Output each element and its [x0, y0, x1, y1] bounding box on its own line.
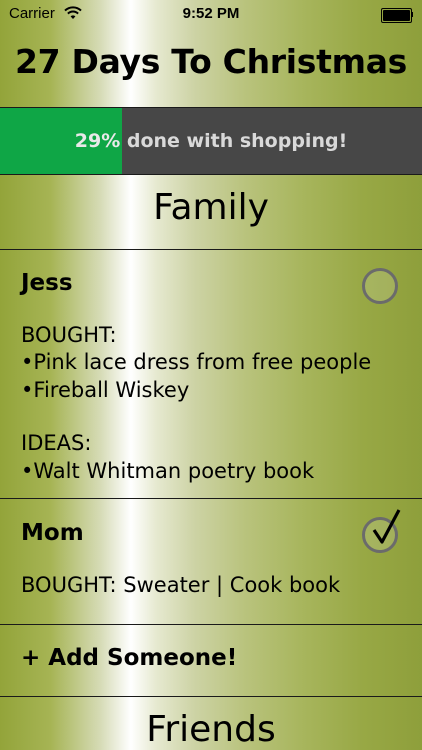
shopping-progress-bar: 29% done with shopping! [0, 108, 422, 174]
progress-label: done with shopping! [120, 130, 348, 152]
gift-list-line: IDEAS: [21, 431, 92, 455]
checkmark-icon [372, 509, 401, 544]
page-title: 27 Days To Christmas [15, 42, 407, 81]
divider [0, 174, 422, 175]
gift-list-line: •Fireball Wiskey [21, 378, 190, 402]
divider [0, 696, 422, 697]
divider [0, 249, 422, 250]
divider [0, 498, 422, 499]
divider [0, 624, 422, 625]
circle-icon[interactable] [362, 268, 398, 304]
status-time: 9:52 PM [182, 5, 240, 22]
add-someone-button[interactable]: + Add Someone! [21, 645, 237, 671]
status-bar: Carrier 9:52 PM [0, 0, 422, 30]
progress-text: 29% done with shopping! [0, 108, 422, 174]
battery-icon [381, 8, 413, 23]
progress-percent: 29% [74, 130, 121, 152]
app-screen: Carrier 9:52 PM 27 Days To Christmas 29%… [0, 0, 422, 750]
gift-list-line: BOUGHT: [21, 323, 117, 347]
gift-list-line: •Pink lace dress from free people [21, 350, 372, 374]
person-name: Jess [21, 270, 73, 296]
checkmark-circle-icon[interactable] [362, 509, 401, 553]
gift-list-line: BOUGHT: Sweater | Cook book [21, 573, 341, 597]
section-header-friends[interactable]: Friends [0, 709, 422, 750]
gift-list-line: •Walt Whitman poetry book [21, 459, 315, 483]
person-name: Mom [21, 520, 84, 546]
section-header-family[interactable]: Family [0, 187, 422, 228]
